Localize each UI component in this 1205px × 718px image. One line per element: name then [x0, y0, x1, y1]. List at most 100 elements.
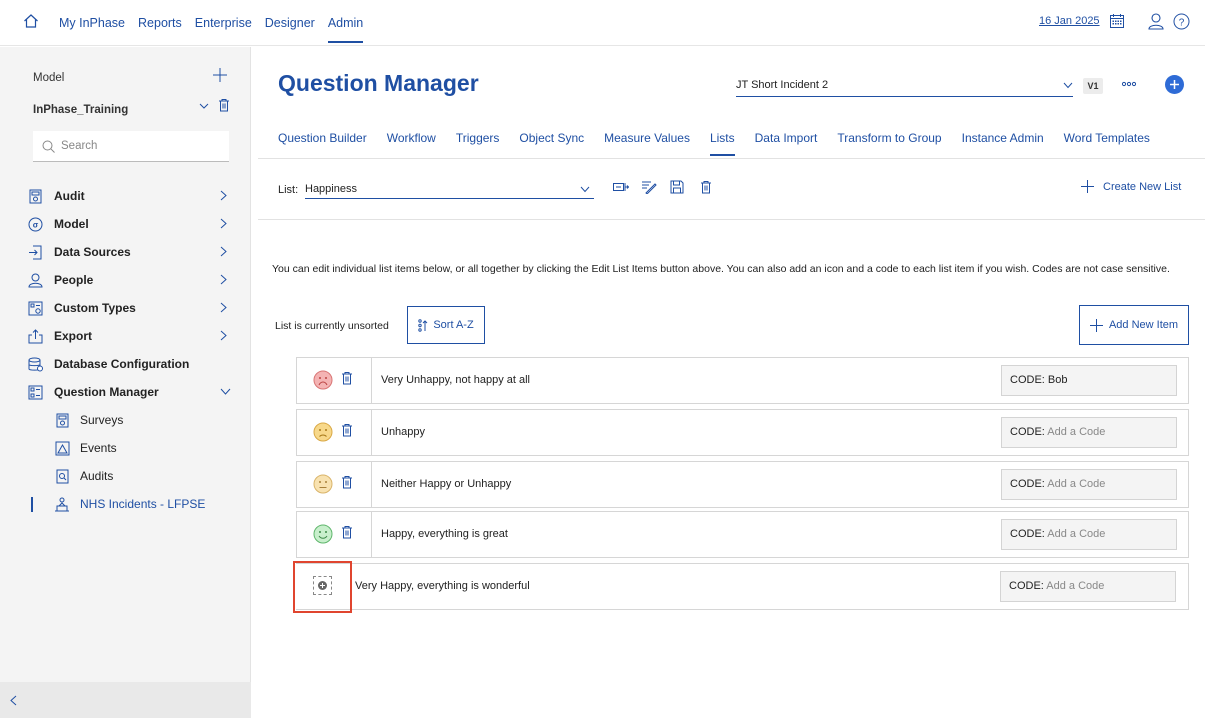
sidebar-subitem-audits[interactable]: Audits: [27, 462, 237, 490]
code-label: CODE:: [1009, 580, 1044, 592]
tab-data-import[interactable]: Data Import: [755, 118, 818, 158]
sidebar-item-label: Model: [54, 217, 89, 231]
list-label: List:: [278, 184, 299, 196]
edit-list-items-icon[interactable]: [613, 180, 629, 194]
sidebar-item-label: Question Manager: [54, 385, 159, 399]
list-item: Very Happy, everything is wonderful CODE…: [296, 563, 1189, 610]
add-model-icon[interactable]: [213, 68, 227, 82]
home-icon[interactable]: [23, 13, 39, 29]
calendar-icon[interactable]: [1109, 13, 1125, 29]
sort-status: List is currently unsorted: [275, 320, 389, 332]
sidebar-subitem-nhs-incidents[interactable]: NHS Incidents - LFPSE: [27, 490, 237, 518]
list-item-label[interactable]: Very Unhappy, not happy at all: [381, 374, 530, 386]
code-field[interactable]: CODE: Bob: [1001, 365, 1177, 396]
tab-instance-admin[interactable]: Instance Admin: [962, 118, 1044, 158]
search-input[interactable]: [61, 140, 211, 152]
trash-icon[interactable]: [341, 423, 353, 437]
model-select-value: JT Short Incident 2: [736, 79, 829, 91]
create-new-list-label: Create New List: [1103, 180, 1182, 193]
code-field[interactable]: CODE: Add a Code: [1001, 417, 1177, 448]
nav-admin[interactable]: Admin: [327, 0, 364, 46]
chevron-down-icon[interactable]: [199, 102, 209, 110]
page-title: Question Manager: [278, 70, 479, 96]
model-name[interactable]: InPhase_Training: [33, 104, 128, 116]
nav-enterprise[interactable]: Enterprise: [195, 0, 252, 46]
sidebar-item-audit[interactable]: Audit: [27, 182, 237, 210]
sidebar-subitem-surveys[interactable]: Surveys: [27, 406, 237, 434]
very-unhappy-face-icon[interactable]: [313, 370, 333, 390]
list-item-icon-cell: [297, 410, 372, 455]
sidebar-item-database-configuration[interactable]: Database Configuration: [27, 350, 237, 378]
audits-icon: [54, 468, 70, 484]
sidebar-item-custom-types[interactable]: Custom Types: [27, 294, 237, 322]
trash-icon[interactable]: [218, 98, 230, 112]
code-field[interactable]: CODE: Add a Code: [1001, 519, 1177, 550]
add-circle-icon[interactable]: [1165, 75, 1184, 94]
chevron-right-icon: [220, 302, 227, 313]
model-label: Model: [33, 72, 65, 84]
code-field[interactable]: CODE: Add a Code: [1001, 469, 1177, 500]
list-item-label[interactable]: Neither Happy or Unhappy: [381, 478, 511, 490]
model-select[interactable]: JT Short Incident 2: [736, 76, 1073, 97]
search-field[interactable]: [33, 131, 229, 162]
tab-measure-values[interactable]: Measure Values: [604, 118, 690, 158]
trash-icon[interactable]: [341, 371, 353, 385]
sidebar-collapse-bar[interactable]: [0, 682, 251, 718]
list-item-label[interactable]: Happy, everything is great: [381, 528, 508, 540]
code-label: CODE:: [1010, 528, 1045, 540]
list-select[interactable]: Happiness: [305, 181, 594, 199]
model-icon: σ: [27, 216, 43, 232]
sidebar-item-label: Data Sources: [54, 245, 131, 259]
chevron-left-icon[interactable]: [10, 695, 17, 706]
more-options-icon[interactable]: [1122, 81, 1136, 87]
list-item-label[interactable]: Unhappy: [381, 426, 425, 438]
events-icon: [54, 440, 70, 456]
chevron-down-icon: [1063, 82, 1073, 89]
save-icon[interactable]: [670, 180, 684, 194]
list-item-icon-cell: [297, 512, 372, 557]
trash-icon[interactable]: [341, 525, 353, 539]
help-icon[interactable]: ?: [1173, 13, 1190, 30]
sidebar-item-label: Export: [54, 329, 93, 343]
happy-face-icon[interactable]: [313, 524, 333, 544]
user-icon[interactable]: [1147, 12, 1165, 30]
create-new-list-button[interactable]: Create New List: [1081, 180, 1181, 193]
edit-icon[interactable]: [641, 180, 657, 194]
code-placeholder: Add a Code: [1047, 528, 1106, 540]
sidebar-subitem-events[interactable]: Events: [27, 434, 237, 462]
nav-designer[interactable]: Designer: [265, 0, 315, 46]
sidebar-item-people[interactable]: People: [27, 266, 237, 294]
unhappy-face-icon[interactable]: [313, 422, 333, 442]
list-select-value: Happiness: [305, 183, 357, 195]
chevron-right-icon: [220, 274, 227, 285]
code-field[interactable]: CODE: Add a Code: [1000, 571, 1176, 602]
tab-word-templates[interactable]: Word Templates: [1064, 118, 1150, 158]
tab-object-sync[interactable]: Object Sync: [519, 118, 584, 158]
tab-triggers[interactable]: Triggers: [456, 118, 500, 158]
sidebar-item-model[interactable]: σ Model: [27, 210, 237, 238]
list-item: Neither Happy or Unhappy CODE: Add a Cod…: [296, 461, 1189, 508]
list-item-icon-cell: [297, 462, 372, 507]
list-item-label[interactable]: Very Happy, everything is wonderful: [355, 580, 530, 592]
database-icon: [27, 356, 43, 372]
sidebar-subitem-label: Surveys: [80, 413, 124, 427]
version-badge[interactable]: V1: [1083, 78, 1103, 94]
sidebar-item-data-sources[interactable]: Data Sources: [27, 238, 237, 266]
neutral-face-icon[interactable]: [313, 474, 333, 494]
sidebar-item-question-manager[interactable]: Question Manager: [27, 378, 237, 406]
tab-lists[interactable]: Lists: [709, 118, 735, 158]
tab-transform-to-group[interactable]: Transform to Group: [837, 118, 941, 158]
sidebar-item-label: People: [54, 273, 94, 287]
sidebar-menu: Audit σ Model Data Sources People Custom…: [27, 182, 237, 518]
date-display[interactable]: 16 Jan 2025: [1039, 15, 1100, 27]
tab-workflow[interactable]: Workflow: [387, 118, 436, 158]
delete-list-icon[interactable]: [700, 180, 712, 194]
sidebar-item-export[interactable]: Export: [27, 322, 237, 350]
tab-question-builder[interactable]: Question Builder: [278, 118, 367, 158]
search-icon: [42, 140, 55, 153]
nav-reports[interactable]: Reports: [138, 0, 182, 46]
add-new-item-button[interactable]: Add New Item: [1079, 305, 1189, 345]
trash-icon[interactable]: [341, 475, 353, 489]
nav-my-inphase[interactable]: My InPhase: [59, 0, 125, 46]
sort-a-z-button[interactable]: Sort A-Z: [407, 306, 485, 344]
